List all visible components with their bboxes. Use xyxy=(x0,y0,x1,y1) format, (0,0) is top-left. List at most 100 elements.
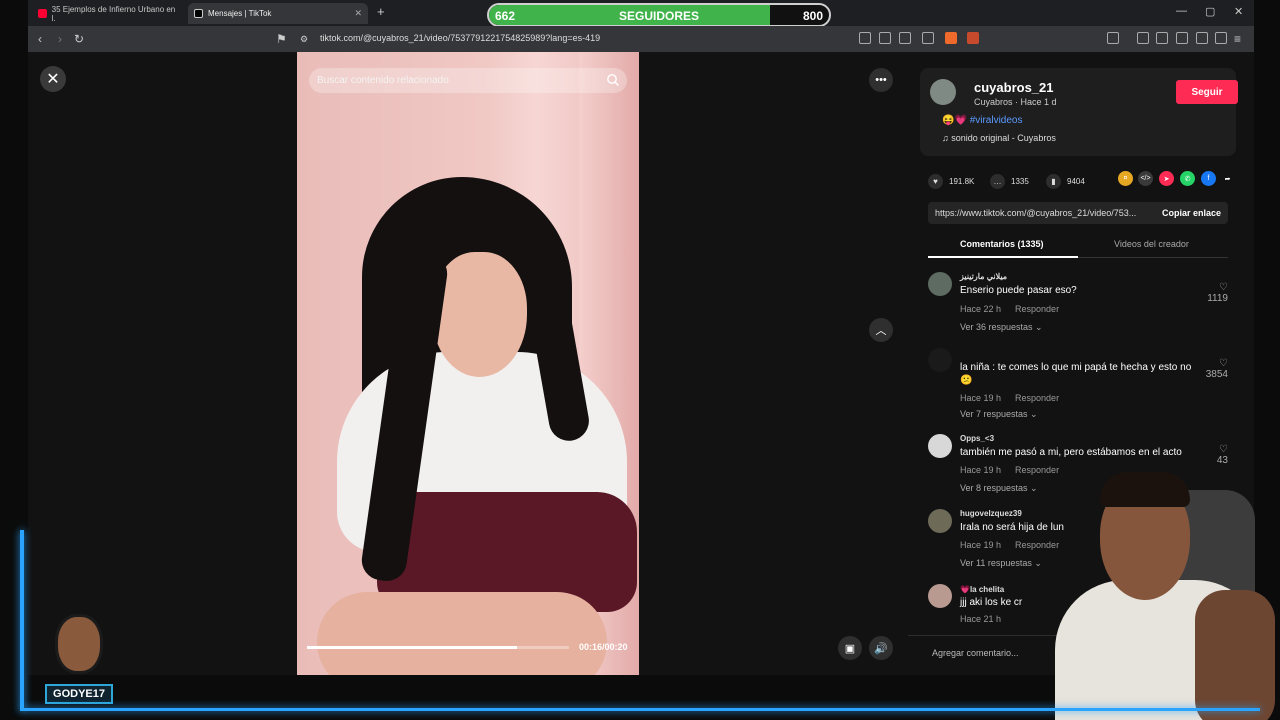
more-options-icon[interactable]: ••• xyxy=(869,68,893,92)
close-window-icon[interactable]: ✕ xyxy=(1234,5,1243,18)
tab-label: 35 Ejemplos de Infierno Urbano en l. xyxy=(51,4,176,23)
music-icon[interactable] xyxy=(1137,32,1149,44)
video-link[interactable]: https://www.tiktok.com/@cuyabros_21/vide… xyxy=(935,208,1136,218)
facebook-icon[interactable]: f xyxy=(1201,171,1216,186)
vpn-icon[interactable] xyxy=(1215,32,1227,44)
cast-icon[interactable] xyxy=(879,32,891,44)
comment-time: Hace 19 h xyxy=(960,393,1002,403)
music-info[interactable]: ♫ sonido original - Cuyabros xyxy=(942,133,1056,143)
copy-link-button[interactable]: Copiar enlace xyxy=(1162,208,1221,218)
saves-count: 9404 xyxy=(1067,177,1085,186)
close-video-button[interactable]: ✕ xyxy=(40,66,66,92)
share-arrow-icon[interactable]: ➦ xyxy=(1220,171,1235,186)
streamer-logo-label: GODYE17 xyxy=(45,684,113,704)
like-stat[interactable]: ♥ 191.8K xyxy=(928,174,974,189)
forward-icon[interactable]: › xyxy=(58,32,62,46)
streamer-arm xyxy=(1195,590,1275,720)
whatsapp-icon[interactable]: ✆ xyxy=(1180,171,1195,186)
commenter-avatar[interactable] xyxy=(928,509,952,533)
tab-comments[interactable]: Comentarios (1335) xyxy=(960,239,1044,249)
translate-icon[interactable] xyxy=(899,32,911,44)
wallet-icon[interactable] xyxy=(1176,32,1188,44)
reload-icon[interactable]: ↻ xyxy=(74,32,84,46)
leo-icon[interactable] xyxy=(1196,32,1208,44)
floating-player-icon[interactable]: ▣ xyxy=(838,636,862,660)
back-icon[interactable]: ‹ xyxy=(38,32,42,46)
save-stat[interactable]: ▮ 9404 xyxy=(1046,174,1085,189)
creator-username[interactable]: cuyabros_21 xyxy=(974,80,1054,95)
commenter-name[interactable]: hugovelzquez39 xyxy=(960,509,1022,518)
share-page-icon[interactable] xyxy=(922,32,934,44)
comment-like[interactable]: ♡ 1119 xyxy=(1188,282,1228,304)
minimize-icon[interactable]: — xyxy=(1176,5,1187,17)
comment-time: Hace 19 h xyxy=(960,540,1002,550)
follow-button[interactable]: Seguir xyxy=(1176,80,1238,104)
comment-stat[interactable]: … 1335 xyxy=(990,174,1029,189)
comment-item: ميلاني مارتينيز Enserio puede pasar eso?… xyxy=(928,272,1238,342)
brave-shield-icon[interactable] xyxy=(945,32,957,44)
embed-icon[interactable]: </> xyxy=(1138,171,1153,186)
creator-avatar[interactable] xyxy=(930,79,956,105)
related-search-input[interactable] xyxy=(309,68,627,93)
site-settings-icon[interactable]: ⚙ xyxy=(300,34,308,45)
heart-outline-icon: ♡ xyxy=(1219,444,1228,455)
commenter-avatar[interactable] xyxy=(928,434,952,458)
bookmark-save-icon: ▮ xyxy=(1046,174,1061,189)
tab-tiktok[interactable]: Mensajes | TikTok ✕ xyxy=(188,3,368,24)
bookmark-icon[interactable]: ⚑ xyxy=(276,32,287,46)
heart-outline-icon: ♡ xyxy=(1219,282,1228,293)
commenter-avatar[interactable] xyxy=(928,272,952,296)
stream-frame-border xyxy=(20,708,1260,711)
view-replies[interactable]: Ver 11 respuestas ⌄ xyxy=(960,558,1042,569)
video-progress-bar[interactable] xyxy=(307,646,569,649)
commenter-name[interactable]: 💗la chelita ㅤ xyxy=(960,584,1014,595)
followers-goal: 800 xyxy=(802,9,823,23)
chevron-up-icon[interactable]: ︿ xyxy=(869,318,893,342)
reply-button[interactable]: Responder xyxy=(1015,304,1059,314)
comment-like-count: 3854 xyxy=(1205,369,1228,380)
panel-icon[interactable] xyxy=(1156,32,1168,44)
comment-text: la niña : te comes lo que mi papá te hec… xyxy=(960,362,1192,386)
view-replies[interactable]: Ver 36 respuestas ⌄ xyxy=(960,322,1043,333)
heart-icon: ♥ xyxy=(928,174,943,189)
commenter-name[interactable]: ميلاني مارتينيز xyxy=(960,272,1007,281)
streamer-hair xyxy=(1100,472,1190,507)
commenter-avatar[interactable] xyxy=(928,584,952,608)
send-icon[interactable]: ➤ xyxy=(1159,171,1174,186)
search-icon[interactable] xyxy=(606,73,620,87)
brave-rewards-icon[interactable] xyxy=(967,32,979,44)
url-field[interactable]: tiktok.com/@cuyabros_21/video/7537791221… xyxy=(320,33,600,43)
comment-item: la niña : te comes lo que mi papá te hec… xyxy=(928,348,1238,422)
tab-label: Mensajes | TikTok xyxy=(208,9,272,18)
streamer-logo: GODYE17 xyxy=(45,612,113,706)
creator-subtitle: Cuyabros · Hace 1 d xyxy=(974,97,1057,107)
sidebar-icon[interactable] xyxy=(1107,32,1119,44)
add-comment-input[interactable]: Agregar comentario... xyxy=(932,648,1019,658)
reply-button[interactable]: Responder xyxy=(1015,393,1059,403)
view-replies[interactable]: Ver 7 respuestas ⌄ xyxy=(960,409,1038,420)
address-bar: ‹ › ↻ ⚑ ⚙ tiktok.com/@cuyabros_21/video/… xyxy=(28,26,1254,52)
commenter-avatar[interactable] xyxy=(928,348,952,372)
comment-meta: Hace 19 h Responder xyxy=(960,393,1073,403)
close-tab-icon[interactable]: ✕ xyxy=(354,8,362,19)
hashtag-text[interactable]: #viralvideos xyxy=(970,115,1023,126)
comment-like[interactable]: ♡ 3854 xyxy=(1188,358,1228,380)
video-player[interactable]: 00:16/00:20 xyxy=(297,52,639,675)
menu-icon[interactable]: ≡ xyxy=(1234,32,1241,46)
new-tab-button[interactable]: + xyxy=(377,4,385,19)
volume-icon[interactable]: 🔊 xyxy=(869,636,893,660)
stream-frame-border xyxy=(20,530,24,710)
video-figure-legs xyxy=(317,592,607,675)
comment-time: Hace 21 h xyxy=(960,614,1002,624)
tab-youtube[interactable]: 35 Ejemplos de Infierno Urbano en l. xyxy=(32,3,182,24)
screen: { "browser": { "tabs": [ {"label": "35 E… xyxy=(0,0,1280,720)
commenter-name[interactable]: Opps_<3 xyxy=(960,434,994,443)
coin-share-icon[interactable]: ¤ xyxy=(1118,171,1133,186)
view-replies[interactable]: Ver 8 respuestas ⌄ xyxy=(960,483,1038,494)
maximize-icon[interactable]: ▢ xyxy=(1205,5,1215,18)
comments-count: 1335 xyxy=(1011,177,1029,186)
extension-icon[interactable] xyxy=(859,32,871,44)
hashtag[interactable]: 😝💗 #viralvideos xyxy=(942,115,1023,126)
tab-creator-videos[interactable]: Videos del creador xyxy=(1114,239,1189,249)
hashtag-emoji: 😝💗 xyxy=(942,115,967,126)
